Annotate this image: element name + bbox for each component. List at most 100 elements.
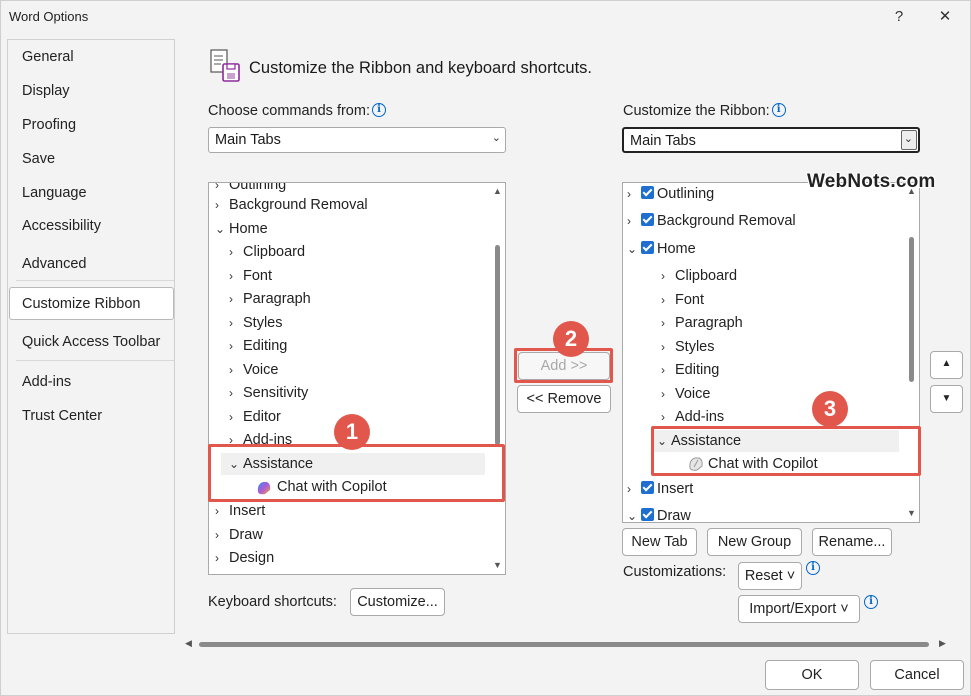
keyboard-shortcuts-label: Keyboard shortcuts: [208,594,337,610]
nav-general[interactable]: General [22,49,74,65]
nav-proofing[interactable]: Proofing [22,117,76,133]
chevron-right-icon: › [661,410,665,424]
list-item[interactable]: › Font [229,265,272,287]
chevron-right-icon: › [229,292,233,306]
highlight-box-1 [208,444,505,502]
list-item[interactable]: › Editor [229,406,281,428]
reset-button[interactable]: Reset ˅ [738,562,802,590]
info-icon[interactable]: i [371,103,386,117]
chevron-right-icon: › [215,551,219,565]
chevron-right-icon: › [229,245,233,259]
list-item[interactable]: › Clipboard [661,265,737,287]
choose-commands-label: Choose commands from: i [208,103,386,119]
cancel-button[interactable]: Cancel [870,660,964,690]
nav-add-ins[interactable]: Add-ins [22,374,71,390]
close-button[interactable]: ✕ [931,5,959,29]
step-badge-2: 2 [553,321,589,357]
customizations-label: Customizations: [623,564,727,580]
list-item[interactable]: › Clipboard [229,241,305,263]
info-icon[interactable]: i [864,595,878,609]
customize-shortcuts-button[interactable]: Customize... [350,588,445,616]
info-icon[interactable]: i [771,103,786,117]
checkbox-checked[interactable] [641,186,654,199]
page-title: Customize the Ribbon and keyboard shortc… [249,59,593,77]
chevron-right-icon: › [229,339,233,353]
nav-advanced[interactable]: Advanced [22,256,87,272]
window-title: Word Options [9,9,89,24]
scroll-thumb[interactable] [909,237,914,382]
list-item[interactable]: › Paragraph [229,288,311,310]
customize-ribbon-value: Main Tabs [630,133,696,149]
scroll-thumb[interactable] [199,642,929,647]
list-item[interactable]: › Font [661,289,704,311]
list-item[interactable]: › Voice [229,359,278,381]
chevron-right-icon: › [661,269,665,283]
horizontal-scrollbar[interactable]: ◀ ▶ [185,637,949,651]
new-group-button[interactable]: New Group [707,528,802,556]
nav-language[interactable]: Language [22,185,87,201]
nav-quick-access-toolbar[interactable]: Quick Access Toolbar [22,334,160,350]
scroll-down-icon[interactable]: ▼ [907,508,916,518]
chevron-right-icon: › [215,504,219,518]
chevron-right-icon: › [661,340,665,354]
customize-ribbon-combo[interactable]: Main Tabs ⌄ [622,127,920,153]
choose-commands-combo[interactable]: Main Tabs ⌄ [208,127,506,153]
scroll-up-icon[interactable]: ▲ [493,186,502,196]
move-down-button[interactable]: ▼ [930,385,963,413]
scroll-right-icon[interactable]: ▶ [939,638,946,649]
list-item[interactable]: › Insert [627,478,693,500]
list-item[interactable]: › Draw [215,524,263,546]
list-item[interactable]: ⌄ Home [215,218,268,240]
list-item[interactable]: › Sensitivity [229,382,308,404]
help-button[interactable]: ? [885,5,913,29]
scroll-thumb[interactable] [495,245,500,445]
chevron-down-icon: ⌄ [627,242,638,256]
scroll-left-icon[interactable]: ◀ [185,638,192,649]
chevron-down-icon: ⌄ [215,222,226,236]
list-item[interactable]: › Editing [661,359,719,381]
checkbox-checked[interactable] [641,213,654,226]
rename-button[interactable]: Rename... [812,528,892,556]
nav-save[interactable]: Save [22,151,55,167]
step-badge-3: 3 [812,391,848,427]
triangle-up-icon: ▲ [941,358,952,369]
checkbox-checked[interactable] [641,241,654,254]
move-up-button[interactable]: ▲ [930,351,963,379]
list-item[interactable]: › Voice [661,383,710,405]
list-item[interactable]: › Editing [229,335,287,357]
list-item[interactable]: ⌄ Draw [627,505,691,522]
chevron-right-icon: › [661,363,665,377]
commands-scrollbar[interactable]: ▲ ▼ [491,183,505,574]
list-item[interactable]: › Design [215,547,274,569]
import-export-button[interactable]: Import/Export ˅ [738,595,860,623]
checkbox-checked[interactable] [641,481,654,494]
list-item[interactable]: › Insert [215,500,265,522]
list-item[interactable]: › Background Removal [215,194,368,216]
commands-list[interactable]: › Outlining › Background Removal ⌄ Home › Cl… [208,182,506,575]
list-item[interactable]: › Styles [229,312,283,334]
chevron-right-icon: › [627,187,631,201]
checkbox-checked[interactable] [641,508,654,521]
list-item[interactable]: › Styles [661,336,715,358]
list-item[interactable]: ⌄ Home [627,238,696,260]
remove-button[interactable]: << Remove [517,385,611,413]
list-item[interactable]: › Add-ins [661,406,724,428]
nav-accessibility[interactable]: Accessibility [22,218,101,234]
new-tab-button[interactable]: New Tab [622,528,697,556]
chevron-right-icon: › [215,198,219,212]
scroll-down-icon[interactable]: ▼ [493,560,502,570]
customize-ribbon-label: Customize the Ribbon: i [623,103,786,119]
nav-divider [16,360,174,361]
list-item[interactable]: › Background Removal [627,210,796,232]
info-icon[interactable]: i [806,561,820,575]
nav-divider [16,280,174,281]
list-item[interactable]: › Outlining [627,183,714,205]
ok-button[interactable]: OK [765,660,859,690]
chevron-right-icon: › [215,528,219,542]
nav-trust-center[interactable]: Trust Center [22,408,102,424]
nav-customize-ribbon[interactable]: Customize Ribbon [22,296,140,312]
chevron-right-icon: › [229,386,233,400]
list-item[interactable]: › Paragraph [661,312,743,334]
step-badge-1: 1 [334,414,370,450]
nav-display[interactable]: Display [22,83,70,99]
